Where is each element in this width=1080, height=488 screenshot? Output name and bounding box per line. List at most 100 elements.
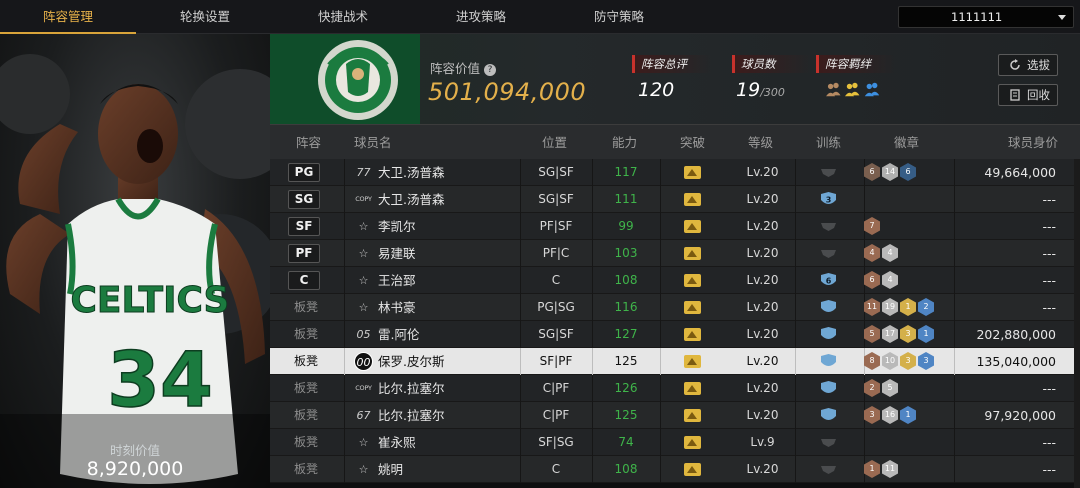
training-shield-icon[interactable]	[819, 380, 838, 397]
badge-hex-icon[interactable]: 2	[918, 298, 934, 316]
crown-icon[interactable]	[684, 382, 701, 395]
crown-icon[interactable]	[684, 409, 701, 422]
badge-hex-icon[interactable]: 10	[882, 352, 898, 370]
crown-icon[interactable]	[684, 355, 701, 368]
badge-hex-icon[interactable]: 1	[900, 406, 916, 424]
slot-label[interactable]: PG	[288, 163, 320, 182]
crown-icon[interactable]	[684, 193, 701, 206]
badge-hex-icon[interactable]: 2	[864, 379, 880, 397]
crown-icon[interactable]	[684, 274, 701, 287]
badge-hex-icon[interactable]: 4	[882, 271, 898, 289]
col-slot[interactable]: 阵容	[296, 125, 321, 160]
crown-icon[interactable]	[684, 463, 701, 476]
tab-lineup[interactable]: 阵容管理	[0, 0, 136, 34]
player-name[interactable]: 崔永熙	[378, 429, 416, 456]
badge-hex-icon[interactable]: 16	[882, 406, 898, 424]
training-shield-icon[interactable]	[819, 353, 838, 370]
slot-label[interactable]: 板凳	[294, 294, 318, 321]
crown-icon[interactable]	[684, 301, 701, 314]
table-row[interactable]: SF ☆ 李凯尔 PF|SF 99 Lv.20 7 ---	[270, 213, 1074, 240]
col-name[interactable]: 球员名	[354, 125, 392, 160]
table-row[interactable]: C ☆ 王治郅 C 108 Lv.20 6 6 4 ---	[270, 267, 1074, 294]
player-name[interactable]: 保罗.皮尔斯	[378, 348, 444, 375]
crown-icon[interactable]	[684, 436, 701, 449]
badge-hex-icon[interactable]: 14	[882, 163, 898, 181]
badge-hex-icon[interactable]: 6	[864, 271, 880, 289]
badge-hex-icon[interactable]: 6	[864, 163, 880, 181]
training-shield-icon[interactable]	[819, 245, 838, 262]
help-icon[interactable]: ?	[484, 64, 497, 76]
badge-hex-icon[interactable]: 1	[918, 325, 934, 343]
badge-hex-icon[interactable]: 5	[882, 379, 898, 397]
table-row[interactable]: 板凳 ☆ 林书豪 PG|SG 116 Lv.20 11 19 1 2 ---	[270, 294, 1074, 321]
player-name[interactable]: 林书豪	[378, 294, 416, 321]
table-row[interactable]: PF ☆ 易建联 PF|C 103 Lv.20 4 4 ---	[270, 240, 1074, 267]
player-name[interactable]: 大卫.汤普森	[378, 186, 444, 213]
training-shield-icon[interactable]	[819, 218, 838, 235]
training-shield-icon[interactable]	[819, 164, 838, 181]
scrollbar[interactable]	[1074, 159, 1080, 488]
table-row[interactable]: 板凳 ☆ 姚明 C 108 Lv.20 1 11 ---	[270, 456, 1074, 483]
slot-label[interactable]: 板凳	[294, 348, 318, 375]
crown-icon[interactable]	[684, 328, 701, 341]
table-row[interactable]: 板凳 ☆ 崔永熙 SF|SG 74 Lv.9 ---	[270, 429, 1074, 456]
slot-label[interactable]: 板凳	[294, 429, 318, 456]
badge-hex-icon[interactable]: 4	[882, 244, 898, 262]
training-shield-icon[interactable]	[819, 434, 838, 451]
col-breakthrough[interactable]: 突破	[680, 125, 705, 160]
slot-label[interactable]: 板凳	[294, 402, 318, 429]
badge-hex-icon[interactable]: 6	[900, 163, 916, 181]
badge-hex-icon[interactable]: 11	[864, 298, 880, 316]
training-shield-icon[interactable]: 3	[819, 191, 838, 208]
tab-tactics[interactable]: 快捷战术	[274, 0, 412, 34]
table-row[interactable]: 板凳 COPY 比尔.拉塞尔 C|PF 126 Lv.20 2 5 ---	[270, 375, 1074, 402]
badge-hex-icon[interactable]: 17	[882, 325, 898, 343]
badge-hex-icon[interactable]: 11	[882, 460, 898, 478]
player-name[interactable]: 易建联	[378, 240, 416, 267]
training-shield-icon[interactable]	[819, 461, 838, 478]
tab-rotation[interactable]: 轮换设置	[136, 0, 274, 34]
slot-label[interactable]: 板凳	[294, 321, 318, 348]
col-position[interactable]: 位置	[542, 125, 567, 160]
player-name[interactable]: 王治郅	[378, 267, 416, 294]
crown-icon[interactable]	[684, 247, 701, 260]
table-row[interactable]: PG 77 大卫.汤普森 SG|SF 117 Lv.20 6 14 6 49,664,000	[270, 159, 1074, 186]
slot-label[interactable]: 板凳	[294, 456, 318, 483]
col-badges[interactable]: 徽章	[894, 125, 919, 160]
badge-hex-icon[interactable]: 4	[864, 244, 880, 262]
badge-hex-icon[interactable]: 5	[864, 325, 880, 343]
col-training[interactable]: 训练	[816, 125, 841, 160]
table-row[interactable]: 板凳 05 雷.阿伦 SG|SF 127 Lv.20 5 17 3 1 202,880,000	[270, 321, 1074, 348]
player-name[interactable]: 比尔.拉塞尔	[378, 375, 444, 402]
player-name[interactable]: 雷.阿伦	[378, 321, 419, 348]
slot-label[interactable]: SF	[288, 217, 320, 236]
training-shield-icon[interactable]	[819, 407, 838, 424]
slot-label[interactable]: SG	[288, 190, 320, 209]
table-row[interactable]: SG COPY 大卫.汤普森 SG|SF 111 Lv.20 3 ---	[270, 186, 1074, 213]
player-name[interactable]: 比尔.拉塞尔	[378, 402, 444, 429]
table-row[interactable]: 板凳 00 保罗.皮尔斯 SF|PF 125 Lv.20 8 10 3 3 135,040,000	[270, 348, 1074, 375]
slot-label[interactable]: PF	[288, 244, 320, 263]
col-ability[interactable]: 能力	[612, 125, 637, 160]
col-level[interactable]: 等级	[748, 125, 773, 160]
account-select[interactable]: 1111111	[898, 6, 1074, 28]
training-shield-icon[interactable]: 6	[819, 272, 838, 289]
training-shield-icon[interactable]	[819, 326, 838, 343]
crown-icon[interactable]	[684, 220, 701, 233]
badge-hex-icon[interactable]: 1	[864, 460, 880, 478]
recycle-button[interactable]: 回收	[998, 84, 1058, 106]
badge-hex-icon[interactable]: 3	[900, 325, 916, 343]
crown-icon[interactable]	[684, 166, 701, 179]
slot-label[interactable]: C	[288, 271, 320, 290]
col-value[interactable]: 球员身价	[1008, 125, 1058, 160]
player-name[interactable]: 大卫.汤普森	[378, 159, 444, 186]
badge-hex-icon[interactable]: 8	[864, 352, 880, 370]
player-name[interactable]: 李凯尔	[378, 213, 416, 240]
tab-defense[interactable]: 防守策略	[550, 0, 688, 34]
tab-offense[interactable]: 进攻策略	[412, 0, 550, 34]
select-button[interactable]: 选拔	[998, 54, 1058, 76]
bond-icons[interactable]	[822, 81, 886, 99]
badge-hex-icon[interactable]: 19	[882, 298, 898, 316]
badge-hex-icon[interactable]: 1	[900, 298, 916, 316]
training-shield-icon[interactable]	[819, 299, 838, 316]
